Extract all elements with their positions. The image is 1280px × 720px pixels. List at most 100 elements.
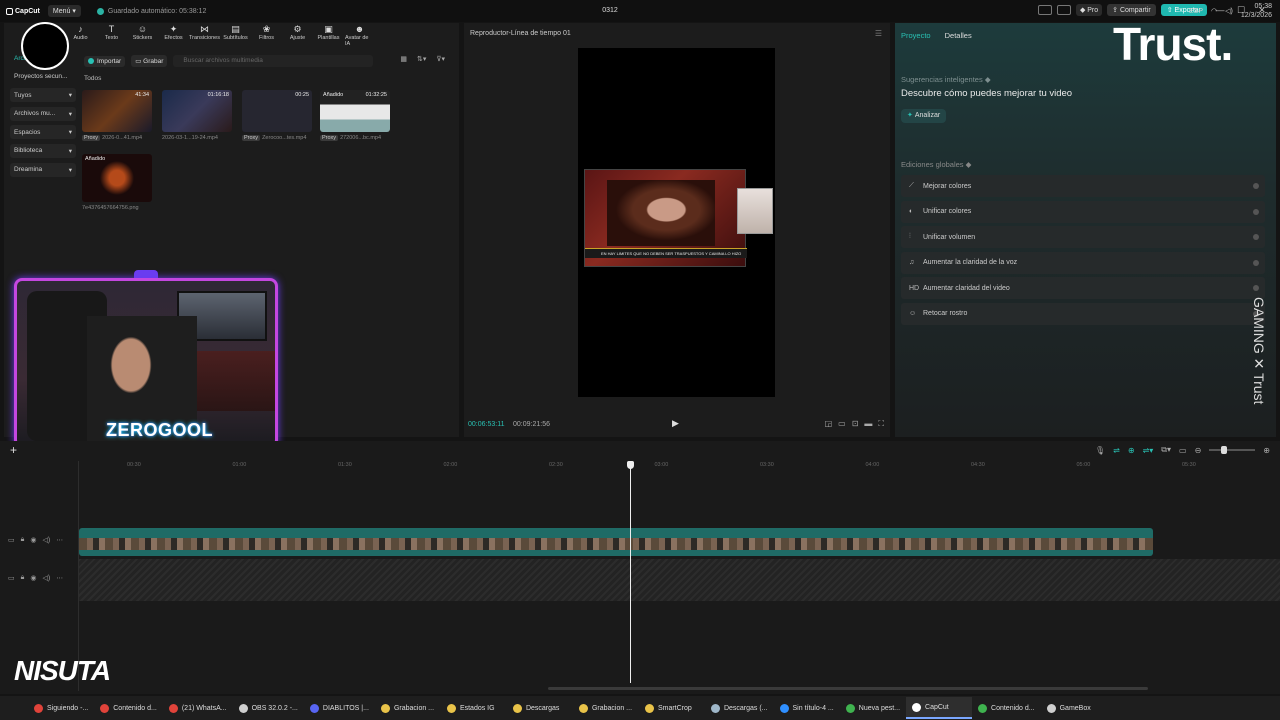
more-icon[interactable]: ⋯ (56, 574, 63, 584)
sidebar-item[interactable]: Proyectos secun... (10, 70, 76, 84)
taskbar-app[interactable]: Contenido d... (94, 697, 163, 719)
media-item[interactable]: Añadido 01:32:25 Proxy 272006...bc.mp4 (320, 90, 390, 141)
zoom-out-icon[interactable]: ⊖ (1195, 446, 1202, 455)
taskbar-app[interactable]: Grabacion ... (375, 697, 441, 719)
zoom-slider-knob[interactable] (1221, 446, 1228, 454)
sort-icon[interactable]: ⇅▾ (417, 55, 426, 63)
audio-icon[interactable]: ◁) (42, 574, 50, 584)
media-filter-label[interactable]: Todos (84, 75, 101, 82)
global-edit-toggle[interactable] (1253, 259, 1259, 266)
record-button[interactable]: ▭ Grabar (131, 55, 168, 67)
taskbar-app[interactable]: OBS 32.0.2 -... (233, 697, 304, 719)
taskbar-app[interactable]: Descargas (... (705, 697, 774, 719)
clock[interactable]: 05:38 12/3/2026 (1241, 2, 1272, 20)
global-edit-item[interactable]: ☺ Retocar rostro (901, 302, 1265, 325)
taskbar-app[interactable]: Siguiendo -... (28, 697, 94, 719)
playhead-handle[interactable] (627, 461, 634, 469)
wifi-icon[interactable]: ◠ (1211, 7, 1217, 15)
video-clip[interactable] (79, 528, 1153, 556)
main-track-empty[interactable] (79, 559, 1280, 601)
tool-efectos[interactable]: ✦ Efectos (159, 23, 188, 47)
menu-button[interactable]: Menú ▾ (47, 5, 81, 17)
tool-ajuste[interactable]: ⚙ Ajuste (283, 23, 312, 47)
ratio-icon[interactable]: ▭ (838, 419, 846, 429)
taskbar-app[interactable]: (21) WhatsA... (163, 697, 233, 719)
tool-stickers[interactable]: ☺ Stickers (128, 23, 157, 47)
sidebar-item[interactable]: Espacios ▾ (10, 125, 76, 140)
filter-icon[interactable]: ⊽▾ (436, 55, 445, 63)
preview-axis-icon[interactable]: ⧉▾ (1161, 445, 1171, 455)
global-edit-toggle[interactable] (1253, 183, 1259, 189)
language-indicator[interactable]: ESP (1189, 8, 1203, 15)
sidebar-item[interactable]: Archivos mu... ▾ (10, 106, 76, 121)
global-edit-item[interactable]: ⫶ Unificar volumen (901, 226, 1265, 249)
tab-proyecto[interactable]: Proyecto (901, 31, 931, 40)
media-item[interactable]: 00:25 Proxy Zerocoo...tes.mp4 (242, 90, 312, 141)
global-edit-toggle[interactable] (1253, 285, 1259, 292)
taskbar-app[interactable]: DIABLITOS |... (304, 697, 375, 719)
media-search-input[interactable]: Buscar archivos multimedia (173, 55, 374, 67)
pro-badge[interactable]: ◆ Pro (1075, 4, 1103, 16)
player-menu-icon[interactable]: ☰ (875, 29, 882, 38)
global-edit-item[interactable]: HD Aumentar claridad del video (901, 277, 1265, 300)
magnet-icon[interactable]: ⊕ (1128, 446, 1135, 455)
timeline-scrollbar[interactable] (548, 687, 1148, 690)
fullscreen-icon[interactable]: ⛶ (878, 419, 884, 429)
taskbar-app[interactable]: GameBox (1041, 697, 1107, 719)
analyze-button[interactable]: ✦ Analizar (901, 109, 947, 123)
taskbar-app[interactable]: Grabacion ... (573, 697, 639, 719)
taskbar-app[interactable]: Estados IG (441, 697, 507, 719)
audio-icon[interactable]: ◁) (42, 536, 50, 546)
tool-texto[interactable]: T Texto (97, 23, 126, 47)
tool-audio[interactable]: ♪ Audio (66, 23, 95, 47)
snap-icon[interactable]: ⇌▾ (1143, 446, 1154, 455)
play-button[interactable]: ▶ (672, 418, 679, 429)
grid-view-icon[interactable]: ▦ (400, 55, 407, 63)
media-item[interactable]: Añadido 7e4376457664756.png (82, 154, 152, 211)
taskbar-app[interactable]: CapCut (906, 697, 973, 719)
media-item[interactable]: 41:34 Proxy 2026-0...41.mp4 (82, 90, 152, 141)
playhead[interactable] (630, 461, 631, 683)
zoom-slider[interactable] (1209, 446, 1256, 454)
global-edit-toggle[interactable] (1253, 208, 1259, 215)
tool-subt-tulos[interactable]: ▤ Subtítulos (221, 23, 250, 47)
zoom-fit-icon[interactable]: ⊡ (852, 419, 859, 429)
shortcuts-icon[interactable] (1056, 5, 1071, 15)
sidebar-item[interactable]: Tuyos ▾ (10, 88, 76, 103)
volume-icon[interactable]: ◁) (1225, 7, 1233, 15)
timeline-ruler[interactable]: 00:30 01:00 01:30 02:00 02:30 03:00 03:30 04:00… (79, 461, 1279, 471)
add-track-icon[interactable]: + (10, 443, 17, 457)
taskbar-app[interactable]: Descargas (507, 697, 573, 719)
tool-filtros[interactable]: ❀ Filtros (252, 23, 281, 47)
sidebar-item[interactable]: Biblioteca ▾ (10, 143, 76, 158)
sidebar-item[interactable]: Dreamina ▾ (10, 162, 76, 177)
lock-icon[interactable]: 🔒︎ (21, 536, 25, 546)
visibility-icon[interactable]: ◉ (30, 574, 36, 584)
global-edit-item[interactable]: ⟋ Mejorar colores (901, 175, 1265, 197)
taskbar-app[interactable]: Sin título-4 ... (774, 697, 840, 719)
project-title[interactable]: 0312 (590, 7, 630, 14)
tray-chevron-icon[interactable]: ⌃ (1175, 7, 1181, 15)
tab-detalles[interactable]: Detalles (945, 31, 972, 40)
aspect-ratio-icon[interactable]: ▬ (864, 419, 872, 429)
media-item[interactable]: 01:16:18 2026-03-1...19-24.mp4 (162, 90, 232, 141)
tool-plantillas[interactable]: ▣ Plantillas (314, 23, 343, 47)
global-edit-toggle[interactable] (1253, 234, 1259, 241)
lock-icon[interactable]: 🔒︎ (21, 574, 25, 584)
global-edit-item[interactable]: ◐ Unificar colores (901, 200, 1265, 223)
global-edit-item[interactable]: ♫ Aumentar la claridad de la voz (901, 251, 1265, 274)
video-canvas[interactable]: EN HAY LIMITES QUE NO DEBEN SER TRASPUES… (578, 48, 775, 397)
taskbar-app[interactable]: Nueva pest... (840, 697, 906, 719)
tool-avatar-de-ia[interactable]: ☻ Avatar de IA (345, 23, 374, 47)
import-button[interactable]: Importar (84, 55, 126, 67)
link-icon[interactable]: ⇌ (1113, 446, 1120, 455)
visibility-icon[interactable]: ◉ (30, 536, 36, 546)
layout-icon[interactable] (1037, 5, 1052, 15)
tool-transiciones[interactable]: ⋈ Transiciones (189, 23, 220, 47)
share-button[interactable]: ⇪ Compartir (1107, 4, 1156, 16)
microphone-icon[interactable]: 🎙 (1095, 446, 1105, 455)
taskbar-app[interactable]: SmartCrop (639, 697, 705, 719)
taskbar-app[interactable]: Contenido d... (972, 697, 1041, 719)
zoom-in-icon[interactable]: ⊕ (1263, 446, 1270, 455)
more-icon[interactable]: ⋯ (56, 536, 63, 546)
